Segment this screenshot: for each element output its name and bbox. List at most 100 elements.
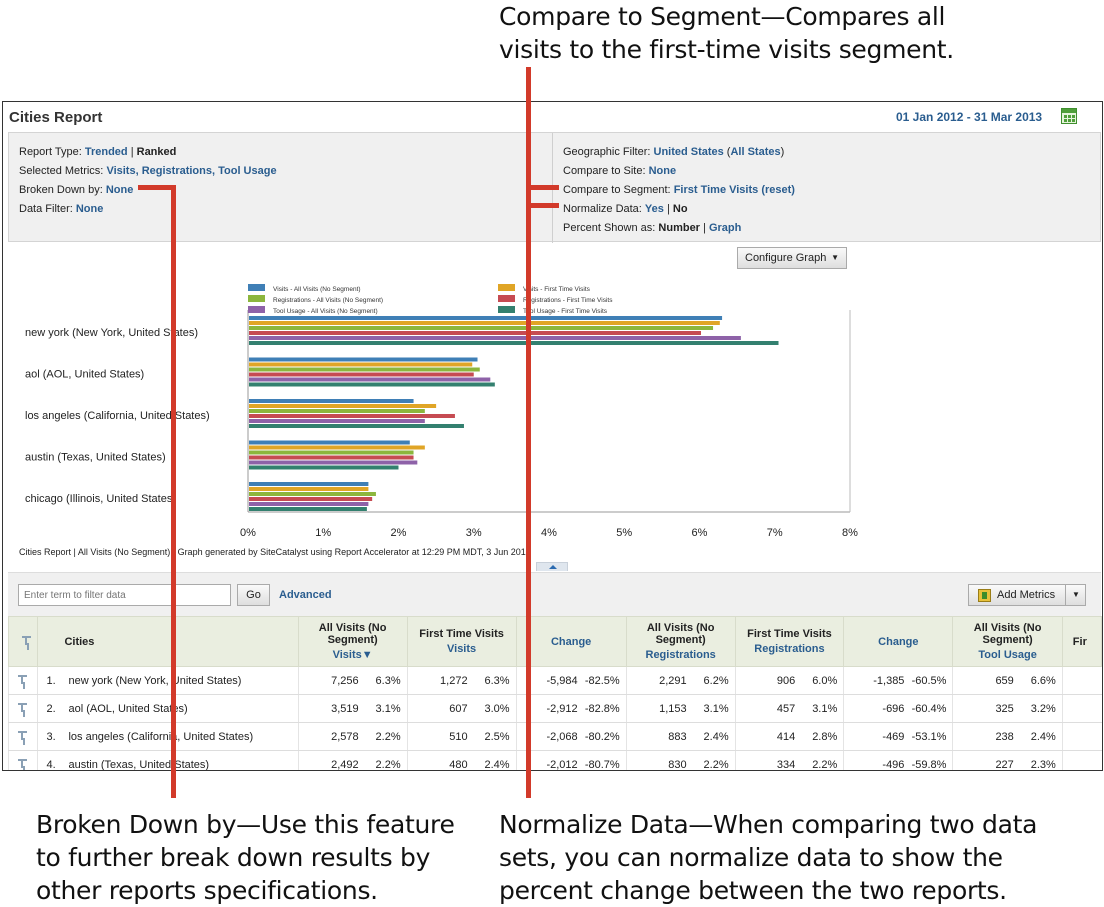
metric-value: 1,153: [659, 702, 687, 715]
callout-compare-to-segment: Compare to Segment—Compares all visits t…: [499, 0, 954, 66]
compare-segment-link[interactable]: First Time Visits (reset): [674, 184, 795, 196]
row-tree-cell[interactable]: [7, 750, 38, 770]
legend-label: Tool Usage - First Time Visits: [523, 308, 608, 315]
metric-cell-truncated: [1061, 750, 1102, 770]
city-cell[interactable]: 3. los angeles (California, United States…: [37, 722, 299, 751]
metric-percent: 3.2%: [1030, 702, 1056, 715]
all-states-link[interactable]: All States: [730, 146, 780, 158]
metric-cell: -469 -53.1%: [843, 722, 953, 751]
hierarchy-icon: [18, 730, 29, 741]
metric-value: 457: [776, 702, 796, 715]
data-filter-label: Data Filter:: [19, 203, 73, 215]
column-header-main: First Time Visits: [419, 628, 504, 640]
x-tick-label: 5%: [616, 527, 632, 539]
x-tick-label: 0%: [240, 527, 256, 539]
cities-column-header[interactable]: Cities: [37, 616, 299, 667]
metric-value: 3,519: [331, 702, 359, 715]
calendar-icon[interactable]: [1061, 108, 1077, 124]
metric-cell: -2,012 -80.7%: [515, 750, 627, 770]
metric-cell: -2,068 -80.2%: [515, 722, 627, 751]
metric-percent: 3.1%: [812, 702, 838, 715]
city-cell[interactable]: 4. austin (Texas, United States): [37, 750, 299, 771]
metric-percent: 2.2%: [703, 758, 729, 771]
column-header-change[interactable]: Change: [551, 636, 591, 648]
legend-label: Registrations - First Time Visits: [523, 297, 613, 304]
bar: [249, 424, 464, 428]
column-header-tool-usage-all[interactable]: All Visits (No Segment) Tool Usage: [952, 616, 1063, 667]
metric-cell: 1,272 6.3%: [406, 666, 517, 695]
advanced-link[interactable]: Advanced: [279, 589, 332, 601]
column-header-sub[interactable]: Visits▼: [299, 649, 407, 661]
bar-chart: 0% 1% 2% 3% 4% 5% 6% 7% 8% Visits - All Visits (N…: [25, 284, 858, 539]
metric-cell: 457 3.1%: [734, 694, 844, 723]
normalize-yes-link[interactable]: Yes: [645, 203, 664, 215]
column-header-visits-change[interactable]: Change: [515, 616, 627, 667]
normalize-data-label: Normalize Data:: [563, 203, 642, 215]
column-header-visits-all[interactable]: All Visits (No Segment) Visits▼: [297, 616, 408, 667]
city-name[interactable]: los angeles (California, United States): [68, 731, 253, 743]
metric-value: 227: [995, 758, 1014, 771]
column-header-registrations-change[interactable]: Change: [843, 616, 954, 667]
column-header-visits-first[interactable]: First Time Visits Visits: [406, 616, 517, 667]
metric-percent: 2.2%: [375, 730, 401, 743]
metric-value: 480: [449, 758, 468, 771]
broken-down-link[interactable]: None: [106, 184, 134, 196]
bar: [249, 357, 478, 362]
metric-value: -496: [882, 758, 905, 771]
metric-percent: 3.0%: [484, 702, 510, 715]
hierarchy-icon: [18, 702, 29, 713]
city-name[interactable]: aol (AOL, United States): [68, 703, 187, 715]
selected-metrics-link[interactable]: Visits, Registrations, Tool Usage: [106, 165, 276, 177]
city-name[interactable]: new york (New York, United States): [68, 675, 241, 687]
metric-percent: 2.3%: [1030, 758, 1056, 771]
city-name[interactable]: austin (Texas, United States): [68, 759, 209, 771]
metric-percent: -80.2%: [584, 730, 620, 743]
data-filter-link[interactable]: None: [76, 203, 104, 215]
configure-graph-button[interactable]: Configure Graph ▼: [737, 247, 847, 269]
metric-cell: 414 2.8%: [734, 722, 844, 751]
filter-input[interactable]: [18, 584, 231, 606]
bar: [249, 460, 418, 465]
metric-percent: -59.8%: [911, 758, 947, 771]
rank: 4.: [46, 758, 56, 771]
add-metrics-button[interactable]: Add Metrics ▼: [968, 584, 1086, 606]
chevron-down-icon[interactable]: ▼: [1072, 590, 1080, 599]
collapse-chart-toggle[interactable]: [536, 562, 568, 571]
percent-graph-link[interactable]: Graph: [709, 222, 741, 234]
column-header-tool-usage-first[interactable]: Fir: [1061, 616, 1102, 667]
city-cell[interactable]: 2. aol (AOL, United States): [37, 694, 299, 723]
bar: [249, 404, 437, 408]
metric-cell: 480 2.4%: [406, 750, 517, 771]
column-header-registrations-first[interactable]: First Time Visits Registrations: [734, 616, 845, 667]
report-type-trended-link[interactable]: Trended: [85, 146, 128, 158]
callout-text-line: visits to the first-time visits segment.: [499, 35, 954, 64]
configure-graph-label: Configure Graph: [745, 252, 827, 264]
column-header-sub[interactable]: Registrations: [736, 643, 844, 655]
metric-cell: 227 2.3%: [952, 750, 1063, 771]
metric-value: 1,272: [440, 674, 468, 687]
geographic-filter-link[interactable]: United States: [654, 146, 724, 158]
rank: 3.: [46, 730, 56, 743]
metric-value: 334: [776, 758, 796, 771]
bar: [249, 321, 720, 325]
row-tree-cell[interactable]: [7, 694, 38, 723]
bar: [249, 492, 376, 496]
column-header-main: Fir: [1072, 635, 1087, 648]
legend-label: Registrations - All Visits (No Segment): [273, 297, 383, 304]
row-tree-cell[interactable]: [7, 666, 38, 695]
metric-cell: 1,153 3.1%: [625, 694, 736, 723]
metric-cell: 2,578 2.2%: [297, 722, 408, 751]
column-header-registrations-all[interactable]: All Visits (No Segment) Registrations: [625, 616, 736, 667]
column-header-sub[interactable]: Tool Usage: [953, 649, 1061, 661]
go-button[interactable]: Go: [237, 584, 270, 606]
legend-swatch: [248, 284, 265, 291]
percent-shown-label: Percent Shown as:: [563, 222, 656, 234]
row-tree-cell[interactable]: [7, 722, 38, 751]
column-header-sub[interactable]: Registrations: [627, 649, 735, 661]
city-cell[interactable]: 1. new york (New York, United States): [37, 666, 299, 695]
tree-column-header[interactable]: [7, 616, 39, 667]
column-header-change[interactable]: Change: [878, 636, 918, 648]
date-range-link[interactable]: 01 Jan 2012 - 31 Mar 2013: [896, 110, 1042, 124]
column-header-sub[interactable]: Visits: [408, 643, 516, 655]
compare-site-link[interactable]: None: [649, 165, 677, 177]
